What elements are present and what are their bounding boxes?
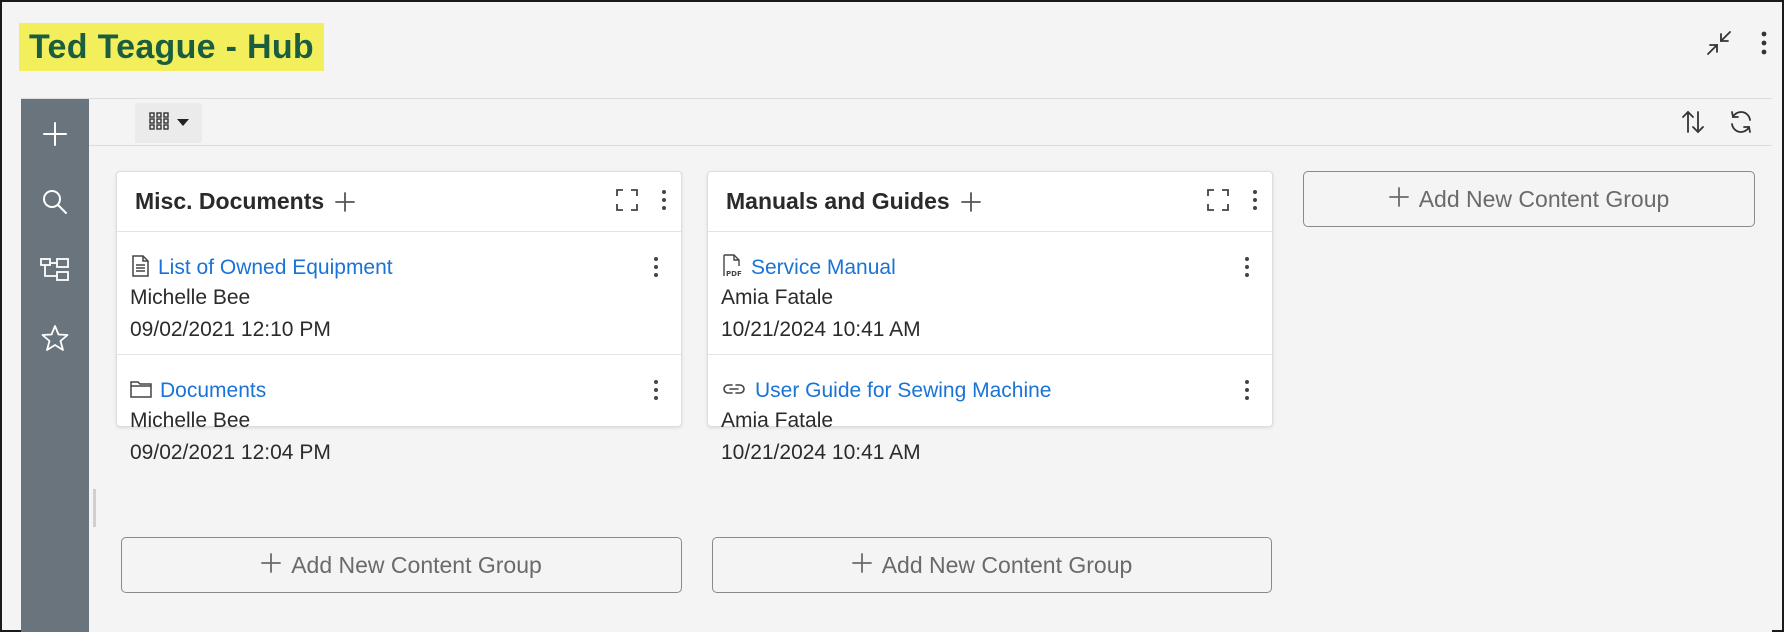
item-owner: Amia Fatale (721, 409, 834, 432)
item-link[interactable]: Documents (160, 379, 266, 403)
add-content-group-label: Add New Content Group (291, 551, 542, 578)
grid-view-icon (148, 111, 169, 135)
hub-toolbar (89, 99, 1772, 146)
sidebar (21, 99, 89, 632)
more-vertical-icon[interactable] (1244, 256, 1250, 278)
add-content-group-button[interactable]: Add New Content Group (121, 537, 682, 593)
list-item: Documents Michelle Bee 09/02/2021 12:04 … (117, 354, 681, 476)
more-vertical-icon[interactable] (653, 256, 659, 278)
more-vertical-icon[interactable] (653, 379, 659, 401)
item-date: 10/21/2024 10:41 AM (721, 318, 921, 341)
content-group-header: Manuals and Guides (708, 172, 1272, 232)
star-icon[interactable] (35, 321, 75, 355)
add-item-icon[interactable] (334, 191, 356, 213)
item-owner: Michelle Bee (130, 409, 251, 432)
add-content-group-button[interactable]: Add New Content Group (712, 537, 1272, 593)
item-link[interactable]: List of Owned Equipment (158, 256, 393, 280)
search-icon[interactable] (35, 185, 75, 219)
plus-icon (261, 552, 282, 579)
collapse-icon[interactable] (1704, 28, 1734, 58)
link-icon (721, 380, 747, 403)
item-link[interactable]: Service Manual (751, 256, 896, 280)
content-group-title: Manuals and Guides (726, 188, 950, 214)
item-date: 10/21/2024 10:41 AM (721, 441, 921, 464)
add-item-icon[interactable] (960, 191, 982, 213)
content-group-header: Misc. Documents (117, 172, 681, 232)
item-link[interactable]: User Guide for Sewing Machine (755, 379, 1051, 403)
more-vertical-icon[interactable] (1244, 379, 1250, 401)
hub-title-highlight: Ted Teague - Hub (19, 23, 324, 71)
resize-handle[interactable] (93, 489, 96, 527)
list-item: List of Owned Equipment Michelle Bee 09/… (117, 232, 681, 354)
more-vertical-icon[interactable] (1760, 30, 1768, 56)
sort-icon[interactable] (1680, 109, 1706, 135)
add-content-group-button[interactable]: Add New Content Group (1303, 171, 1755, 227)
content-group-card: Misc. Documents List of Owned Equipment … (116, 171, 682, 464)
folder-icon (130, 379, 152, 404)
plus-icon (851, 552, 872, 579)
app-window: Ted Teague - Hub Misc. Documents List of… (0, 0, 1784, 632)
add-content-group-label: Add New Content Group (1418, 185, 1670, 212)
header-actions (1704, 28, 1768, 58)
toolbar-actions (1680, 109, 1754, 135)
document-icon (130, 254, 150, 282)
item-owner: Michelle Bee (130, 286, 251, 309)
grid-view-dropdown[interactable] (135, 103, 202, 143)
refresh-icon[interactable] (1728, 109, 1754, 135)
hub-panel: Misc. Documents List of Owned Equipment … (21, 98, 1772, 632)
more-vertical-icon[interactable] (661, 189, 667, 211)
item-date: 09/02/2021 12:10 PM (130, 318, 331, 341)
add-content-group-label: Add New Content Group (881, 551, 1133, 578)
page-title: Ted Teague - Hub (29, 27, 314, 66)
expand-icon[interactable] (1206, 188, 1230, 212)
expand-icon[interactable] (615, 188, 639, 212)
item-date: 09/02/2021 12:04 PM (130, 441, 331, 464)
svg-text:PDF: PDF (726, 270, 742, 278)
plus-icon (1388, 186, 1409, 213)
item-owner: Amia Fatale (721, 286, 834, 309)
tree-icon[interactable] (35, 253, 75, 287)
more-vertical-icon[interactable] (1252, 189, 1258, 211)
plus-icon[interactable] (35, 117, 75, 151)
list-item: PDF Service Manual Amia Fatale 10/21/202… (708, 232, 1272, 354)
content-group-title: Misc. Documents (135, 188, 325, 214)
pdf-icon: PDF (721, 253, 743, 283)
caret-down-icon (176, 114, 189, 132)
list-item: User Guide for Sewing Machine Amia Fatal… (708, 354, 1272, 476)
content-group-card: Manuals and Guides PDF Service Manual Am… (707, 171, 1273, 464)
